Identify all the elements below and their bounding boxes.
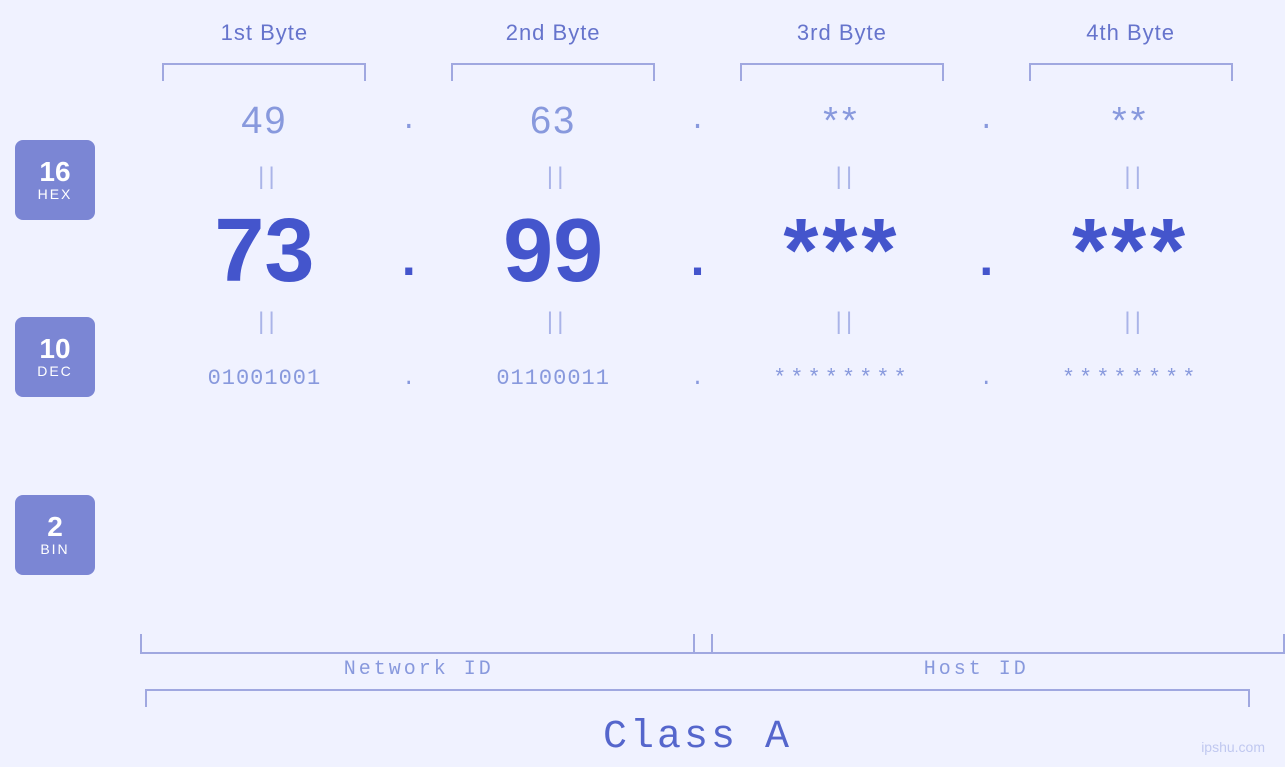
hex-byte2: 63 (530, 100, 576, 143)
hex-dot3: . (978, 106, 995, 137)
sep2-byte4: || (1120, 310, 1141, 337)
sep1-byte4: || (1120, 165, 1141, 192)
sep1-byte2: || (543, 165, 564, 192)
dec-dot3: . (971, 234, 1001, 291)
hex-dot1: . (400, 106, 417, 137)
byte1-header: 1st Byte (140, 20, 389, 46)
bin-byte1: 01001001 (208, 366, 322, 391)
byte4-header: 4th Byte (1006, 20, 1255, 46)
dec-badge: 10 DEC (15, 317, 95, 397)
dec-byte1: 73 (214, 206, 314, 296)
dec-dot1: . (394, 234, 424, 291)
bin-badge: 2 BIN (15, 495, 95, 575)
hex-dot2: . (689, 106, 706, 137)
sep1-byte3: || (831, 165, 852, 192)
bin-dot2: . (691, 366, 704, 391)
sep2-byte1: || (254, 310, 275, 337)
sep2-byte3: || (831, 310, 852, 337)
byte3-header: 3rd Byte (718, 20, 967, 46)
hex-byte4: ** (1112, 100, 1150, 143)
dec-byte3: *** (783, 206, 900, 296)
network-bracket (140, 634, 713, 654)
header-row: 1st Byte 2nd Byte 3rd Byte 4th Byte (140, 0, 1285, 46)
bin-byte2: 01100011 (496, 366, 610, 391)
dec-byte4: *** (1072, 206, 1189, 296)
network-id-label: Network ID (344, 658, 494, 681)
bin-dot1: . (402, 366, 415, 391)
main-container: 1st Byte 2nd Byte 3rd Byte 4th Byte 16 (0, 0, 1285, 767)
hex-badge: 16 HEX (15, 140, 95, 220)
sep1-byte1: || (254, 165, 275, 192)
bin-dot3: . (980, 366, 993, 391)
host-bracket (693, 634, 1285, 654)
class-label: Class A (603, 715, 792, 760)
host-id-label: Host ID (924, 658, 1029, 681)
hex-byte3: ** (823, 100, 861, 143)
hex-byte1: 49 (241, 100, 287, 143)
dec-dot2: . (682, 234, 712, 291)
watermark: ipshu.com (1201, 739, 1265, 755)
bin-byte4: ******** (1062, 366, 1200, 391)
bin-byte3: ******** (773, 366, 911, 391)
dec-byte2: 99 (503, 206, 603, 296)
class-bracket-top (145, 689, 1250, 707)
sep2-byte2: || (543, 310, 564, 337)
byte2-header: 2nd Byte (429, 20, 678, 46)
